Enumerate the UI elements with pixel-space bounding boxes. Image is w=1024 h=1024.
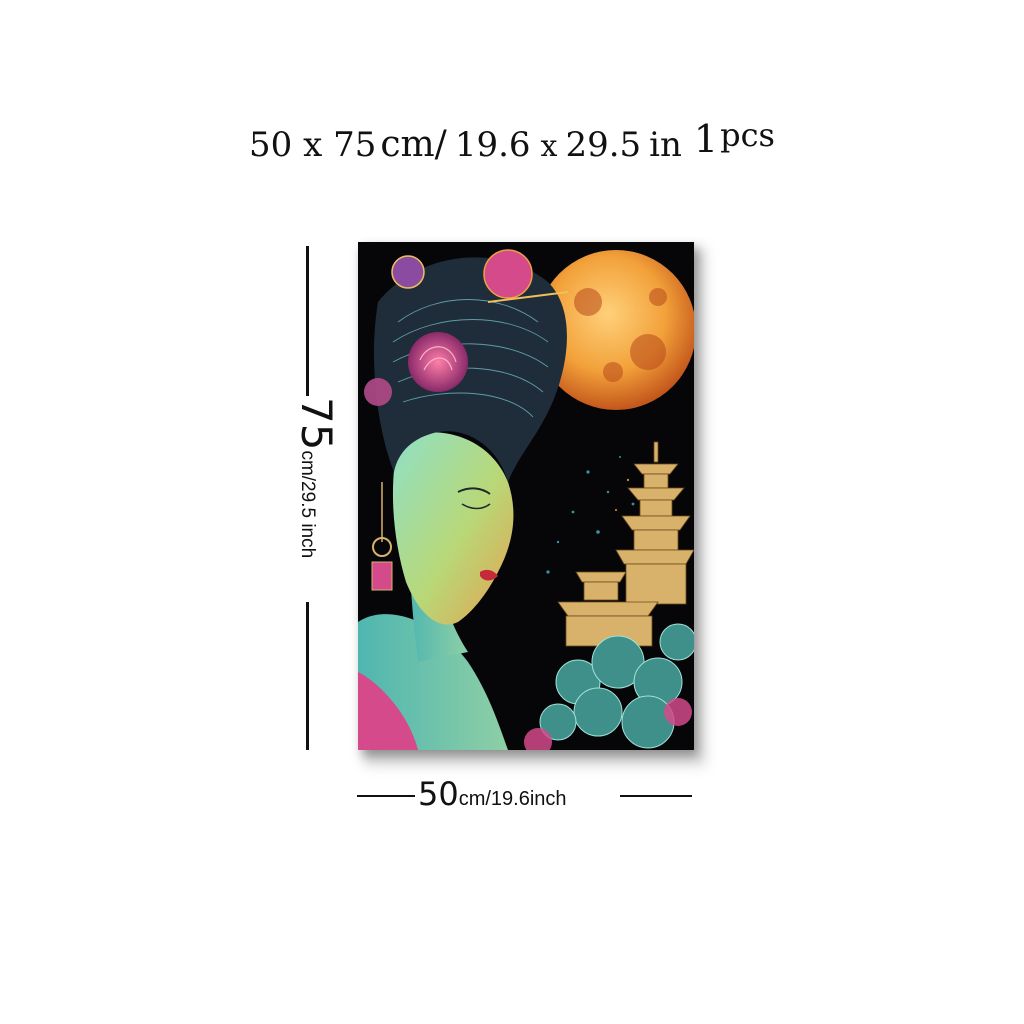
title-height-inch: 29.5 [565,125,642,165]
title-unit-cm: cm/ [380,124,447,165]
width-dimension-label: 50cm/19.6inch [418,778,567,810]
canvas-artwork [358,242,694,750]
width-unit: cm/19.6inch [458,788,567,810]
height-dimension-line-bottom [306,602,309,750]
height-unit: cm/29.5 inch [297,450,318,559]
height-value: 75 [292,397,341,451]
width-dimension-line-right [620,795,692,797]
geisha-moon-pagoda-painting-icon [358,242,694,750]
width-dimension-line-left [357,795,415,797]
width-value: 50 [418,775,459,813]
title-times: x [540,129,558,164]
title-unit-inch: in [649,125,682,165]
title-dimensions-cm: 50 x 75 [249,125,377,165]
height-dimension-line-top [306,246,309,396]
title-quantity: 1 [693,117,719,161]
height-dimension-label: 75cm/29.5 inch [292,397,341,559]
size-title: 50 x 75 cm/19.6 x 29.5 in 1pcs [0,119,1024,165]
title-quantity-unit: pcs [720,116,775,154]
title-width-inch: 19.6 [454,125,531,165]
